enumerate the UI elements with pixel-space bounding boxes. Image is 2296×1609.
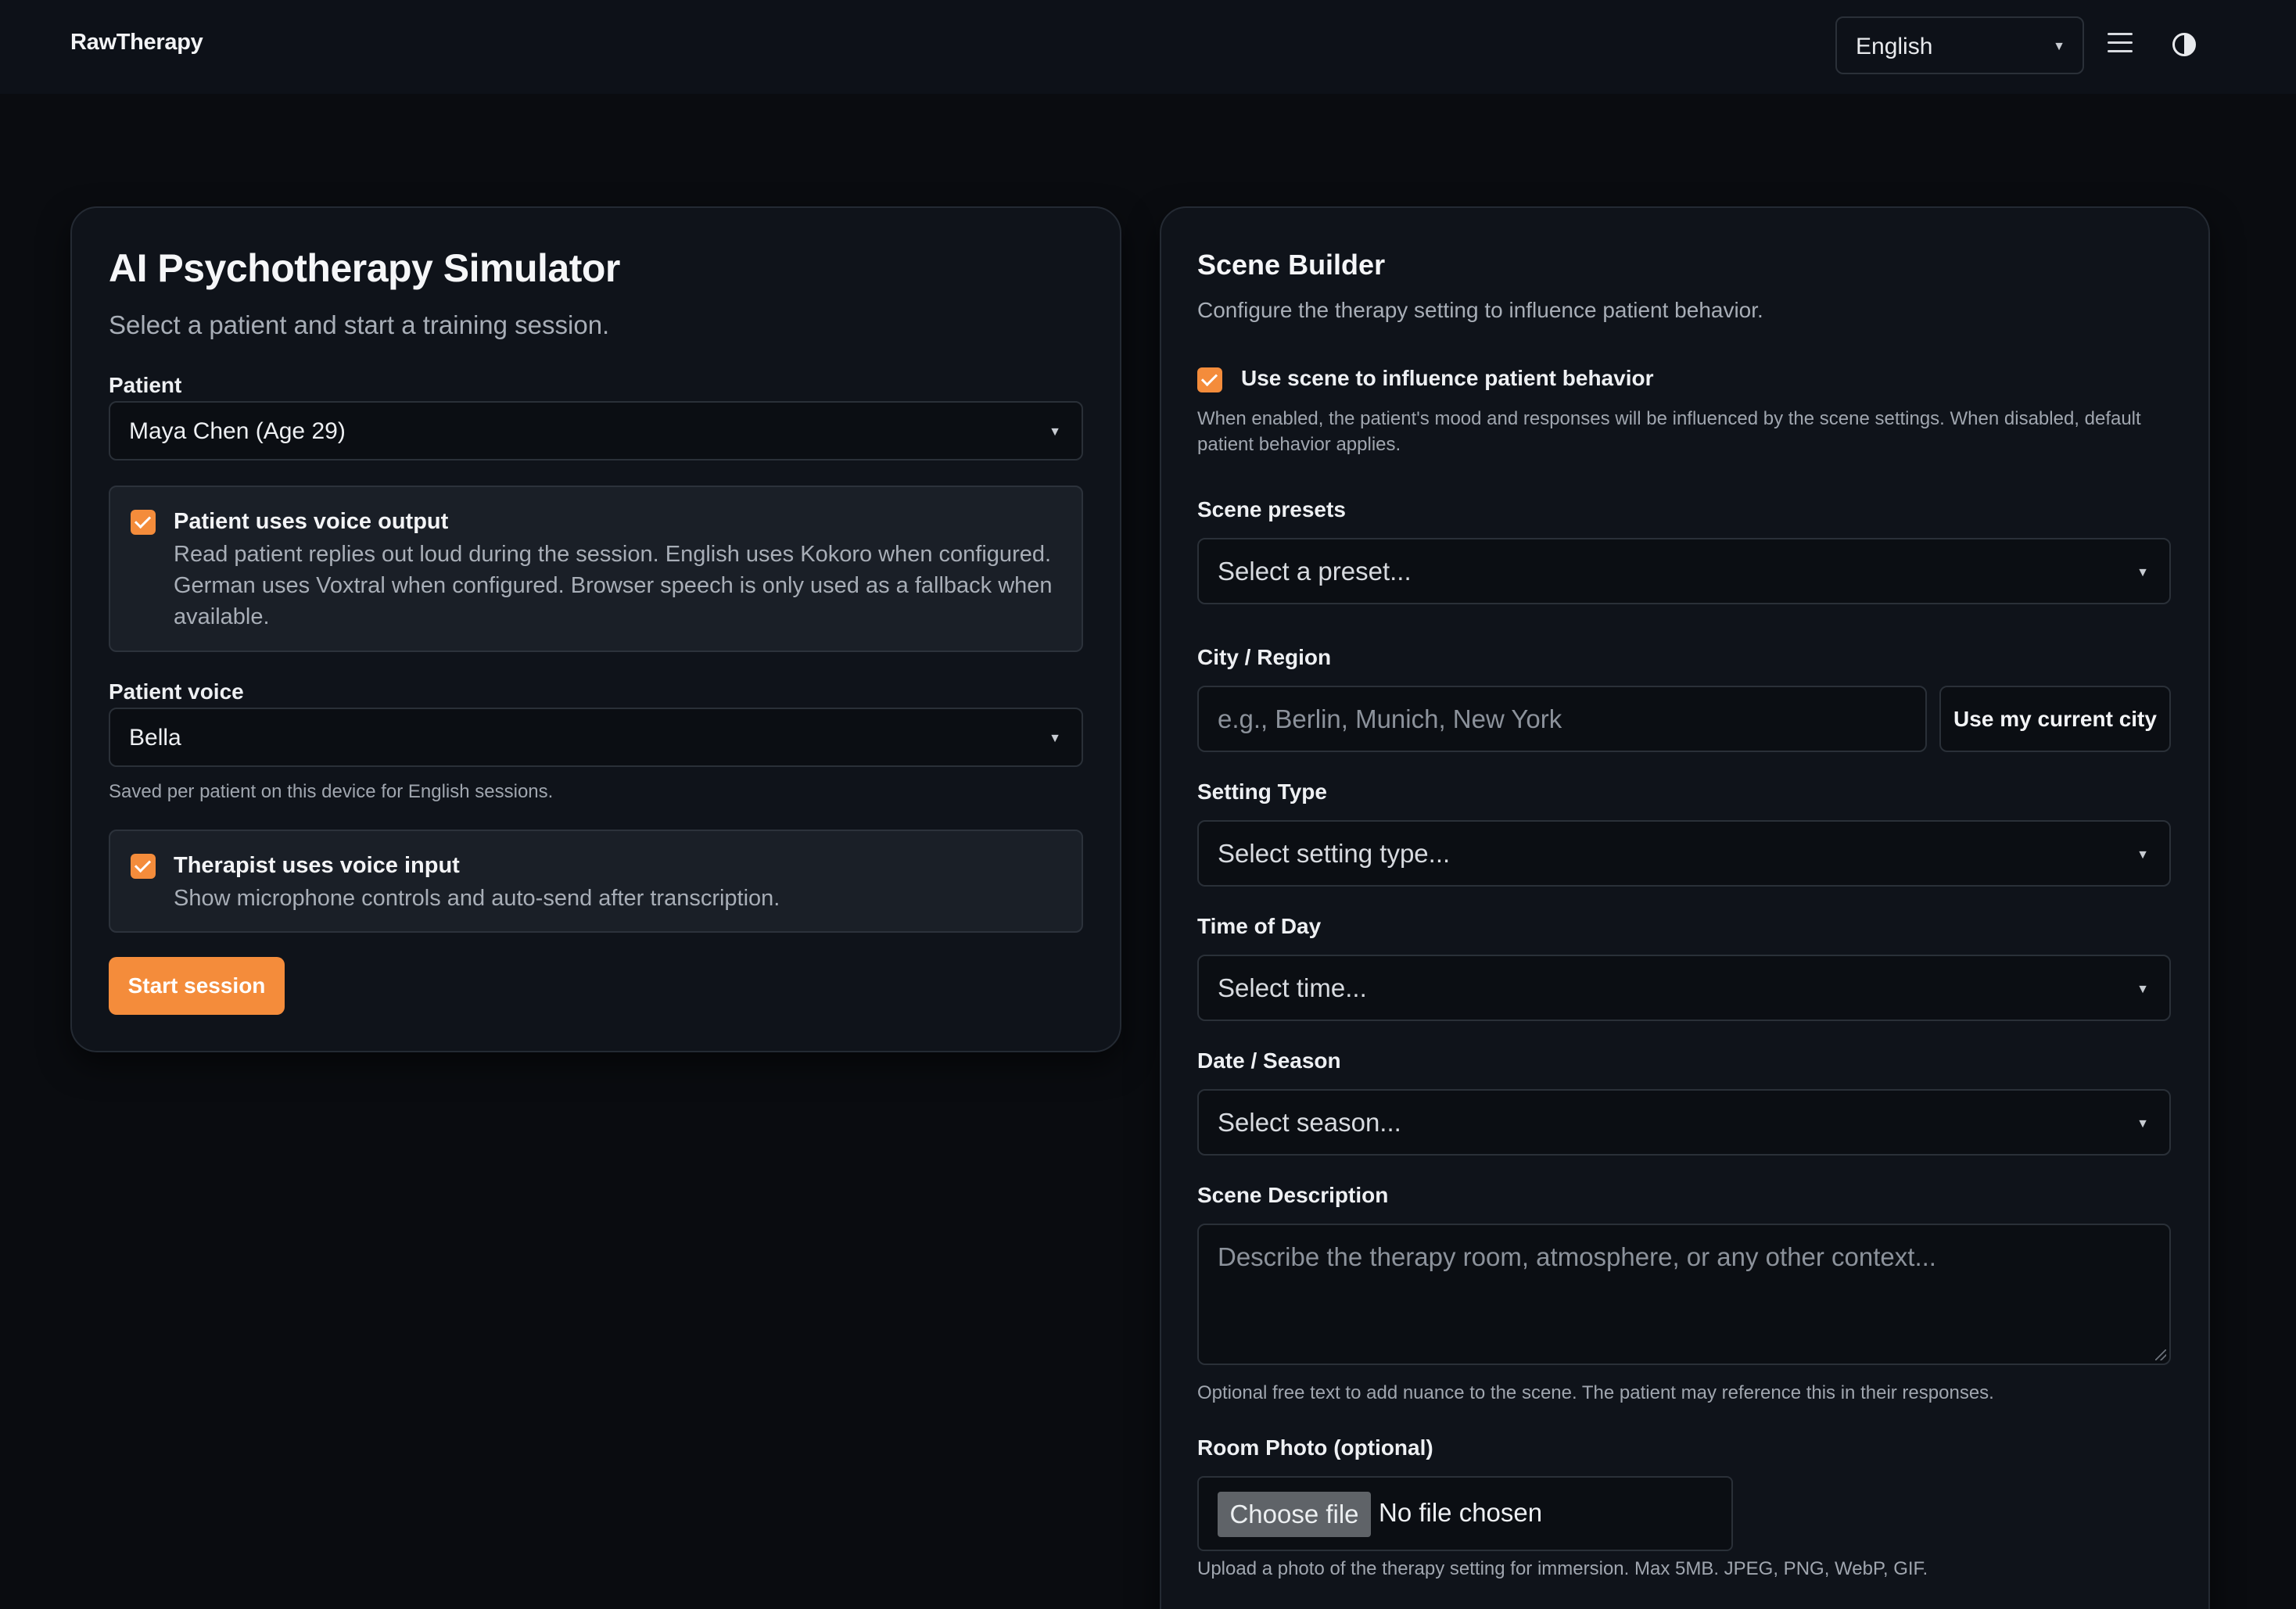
scene-description-textarea[interactable]: Describe the therapy room, atmosphere, o… [1197, 1224, 2171, 1365]
room-photo-label: Room Photo (optional) [1197, 1435, 1433, 1460]
voice-input-panel: Therapist uses voice input Show micropho… [109, 830, 1083, 933]
time-of-day-select[interactable]: Select time... ▼ [1197, 955, 2171, 1021]
room-photo-file-input[interactable]: Choose file No file chosen [1197, 1476, 1733, 1551]
scene-description-label: Scene Description [1197, 1183, 1389, 1207]
top-navigation-bar: RawTherapy English ▼ [0, 0, 2296, 94]
scene-description-placeholder: Describe the therapy room, atmosphere, o… [1218, 1242, 1936, 1271]
city-input[interactable]: e.g., Berlin, Munich, New York [1197, 686, 1927, 752]
season-select[interactable]: Select season... ▼ [1197, 1089, 2171, 1156]
voice-input-title: Therapist uses voice input [174, 853, 460, 878]
voice-output-description: Read patient replies out loud during the… [174, 542, 1053, 629]
page-subtitle: Select a patient and start a training se… [109, 310, 610, 339]
time-of-day-label: Time of Day [1197, 914, 1322, 938]
city-label: City / Region [1197, 645, 1332, 669]
file-status: No file chosen [1379, 1498, 1543, 1527]
patient-select[interactable]: Maya Chen (Age 29) ▼ [109, 401, 1083, 460]
start-session-button[interactable]: Start session [109, 957, 285, 1015]
scene-builder-subtitle: Configure the therapy setting to influen… [1197, 298, 1763, 322]
setting-type-select[interactable]: Select setting type... ▼ [1197, 820, 2171, 887]
brand-logo[interactable]: RawTherapy [70, 30, 203, 56]
chevron-down-icon: ▼ [2136, 983, 2149, 996]
scene-presets-select[interactable]: Select a preset... ▼ [1197, 538, 2171, 604]
page-title: AI Psychotherapy Simulator [109, 246, 620, 290]
chevron-down-icon: ▼ [2053, 40, 2065, 53]
chevron-down-icon: ▼ [2136, 848, 2149, 862]
chevron-down-icon: ▼ [2136, 566, 2149, 579]
scene-description-hint: Optional free text to add nuance to the … [1197, 1382, 1994, 1403]
patient-voice-label: Patient voice [109, 679, 244, 704]
setting-type-value: Select setting type... [1218, 839, 1451, 868]
language-select[interactable]: English ▼ [1835, 16, 2084, 74]
chevron-down-icon: ▼ [2136, 1117, 2149, 1131]
voice-input-checkbox[interactable] [131, 854, 156, 879]
scene-presets-value: Select a preset... [1218, 557, 1412, 586]
scene-builder-title: Scene Builder [1197, 249, 1386, 281]
city-input-placeholder: e.g., Berlin, Munich, New York [1218, 704, 1562, 733]
voice-output-title: Patient uses voice output [174, 509, 449, 534]
time-of-day-value: Select time... [1218, 973, 1367, 1002]
room-photo-hint: Upload a photo of the therapy setting fo… [1197, 1558, 1928, 1579]
use-current-city-button[interactable]: Use my current city [1939, 686, 2171, 752]
patient-voice-hint: Saved per patient on this device for Eng… [109, 781, 554, 802]
hamburger-menu-icon[interactable] [2108, 33, 2133, 56]
contrast-toggle-icon[interactable] [2172, 33, 2196, 56]
chevron-down-icon: ▼ [1049, 732, 1061, 745]
use-scene-checkbox[interactable] [1197, 367, 1222, 392]
voice-output-panel: Patient uses voice output Read patient r… [109, 486, 1083, 652]
patient-voice-value: Bella [129, 725, 181, 751]
patient-select-value: Maya Chen (Age 29) [129, 418, 346, 444]
choose-file-button[interactable]: Choose file [1218, 1492, 1371, 1537]
patient-label: Patient [109, 373, 182, 397]
use-scene-label[interactable]: Use scene to influence patient behavior [1241, 366, 1653, 391]
use-scene-hint: When enabled, the patient's mood and res… [1197, 408, 2141, 455]
voice-output-checkbox[interactable] [131, 510, 156, 535]
setting-type-label: Setting Type [1197, 779, 1327, 804]
season-value: Select season... [1218, 1108, 1401, 1137]
language-select-value: English [1856, 34, 1933, 59]
scene-presets-label: Scene presets [1197, 497, 1346, 521]
resize-handle-icon[interactable] [2155, 1349, 2166, 1360]
chevron-down-icon: ▼ [1049, 425, 1061, 439]
patient-voice-select[interactable]: Bella ▼ [109, 708, 1083, 767]
season-label: Date / Season [1197, 1048, 1341, 1073]
voice-input-description: Show microphone controls and auto-send a… [174, 886, 780, 911]
